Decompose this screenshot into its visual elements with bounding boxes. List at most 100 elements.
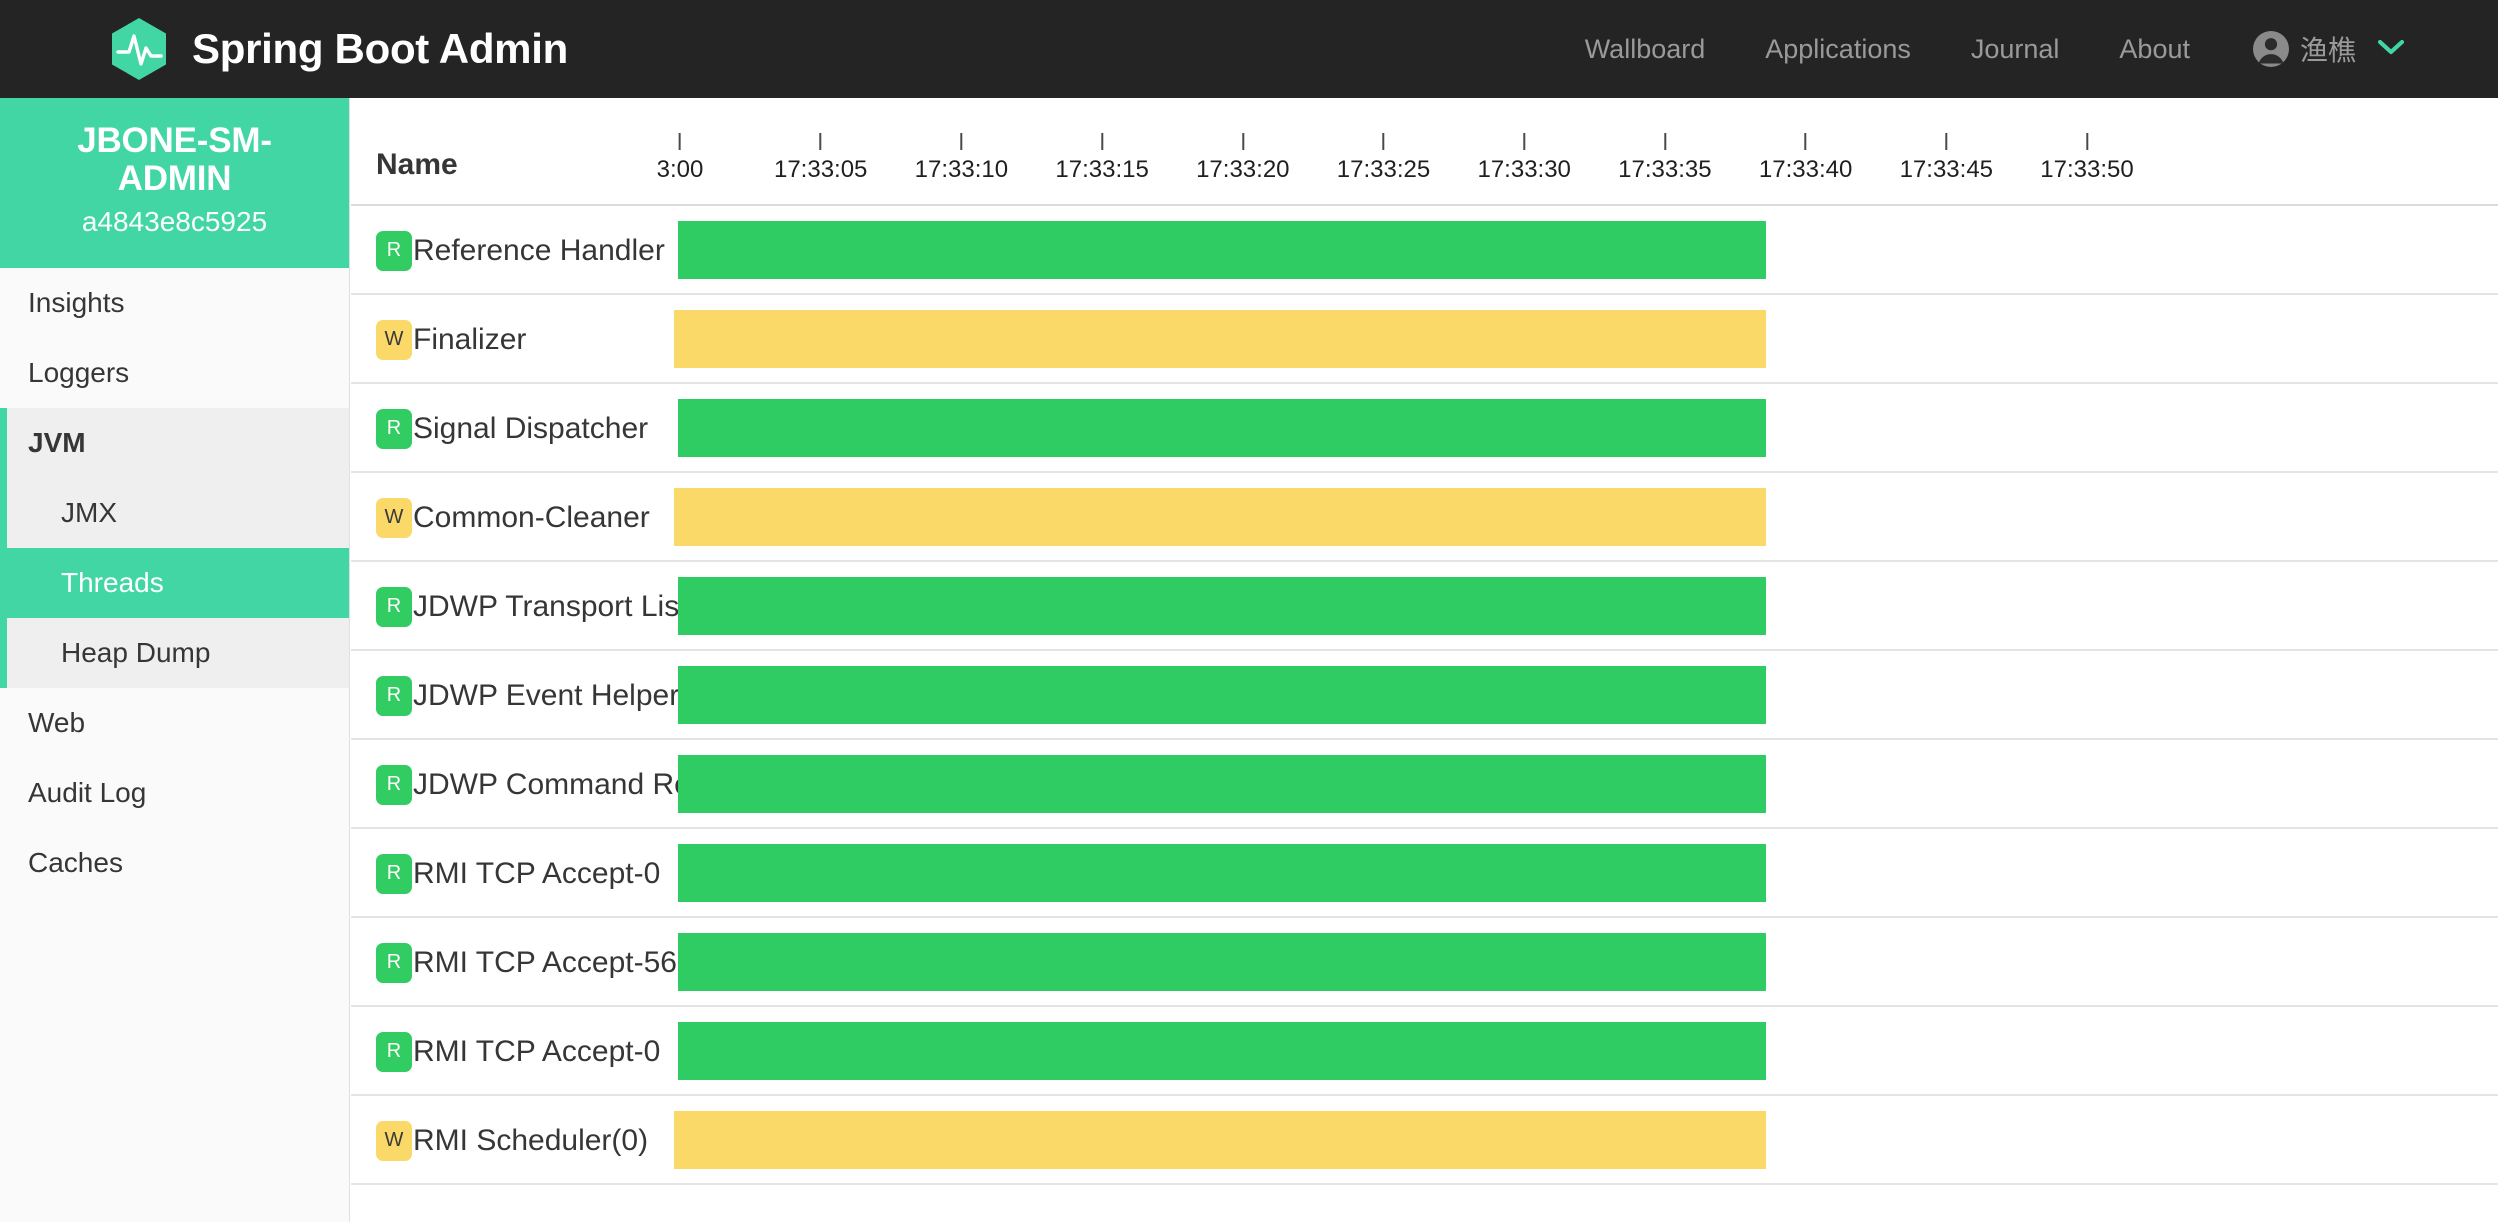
table-row[interactable]: RJDWP Transport Listener:… <box>351 562 2498 651</box>
tick-label: 3:00 <box>657 156 704 184</box>
tick-label: 17:33:35 <box>1618 156 1711 184</box>
tick-label: 17:33:30 <box>1477 156 1570 184</box>
thread-timeline-bar[interactable] <box>678 933 1766 991</box>
nav-link-applications[interactable]: Applications <box>1765 34 1911 65</box>
tick-mark <box>1945 133 1947 150</box>
thread-name-cell: RReference Handler <box>376 206 665 295</box>
thread-timeline-bar[interactable] <box>678 844 1766 902</box>
sidebar: JBONE-SM- ADMIN a4843e8c5925 Insights Lo… <box>0 98 350 1222</box>
tick-mark <box>1523 133 1525 150</box>
thread-timeline-bar[interactable] <box>678 755 1766 813</box>
sidebar-item-caches[interactable]: Caches <box>0 828 349 898</box>
thread-name-cell: RRMI TCP Accept-0 <box>376 1007 660 1096</box>
tick-label: 17:33:20 <box>1196 156 1289 184</box>
brand-title: Spring Boot Admin <box>192 25 568 73</box>
tick-label: 17:33:10 <box>915 156 1008 184</box>
sidebar-item-jmx[interactable]: JMX <box>0 478 349 548</box>
thread-state-badge: R <box>376 231 412 271</box>
thread-name-label: Reference Handler <box>413 234 665 268</box>
sidebar-item-threads[interactable]: Threads <box>0 548 349 618</box>
tick-mark <box>1664 133 1666 150</box>
nav-link-about[interactable]: About <box>2119 34 2190 65</box>
chevron-down-icon[interactable] <box>2376 37 2406 62</box>
thread-timeline-bar[interactable] <box>674 310 1766 368</box>
tick-mark <box>1382 133 1384 150</box>
thread-timeline-bar[interactable] <box>674 1111 1766 1169</box>
thread-state-badge: R <box>376 676 412 716</box>
threads-row-list: RReference HandlerWFinalizerRSignal Disp… <box>351 206 2498 1185</box>
thread-name-label: RMI Scheduler(0) <box>413 1124 648 1158</box>
thread-state-badge: R <box>376 854 412 894</box>
application-instance-id: a4843e8c5925 <box>16 206 333 238</box>
time-axis-tick: 17:33:15 <box>1055 133 1148 184</box>
thread-timeline-bar[interactable] <box>674 488 1766 546</box>
thread-name-cell: RRMI TCP Accept-56156 <box>376 918 727 1007</box>
thread-state-badge: R <box>376 409 412 449</box>
table-row[interactable]: WRMI Scheduler(0) <box>351 1096 2498 1185</box>
thread-timeline-bar[interactable] <box>678 1022 1766 1080</box>
time-axis-tick: 17:33:45 <box>1900 133 1993 184</box>
tick-label: 17:33:15 <box>1055 156 1148 184</box>
thread-name-cell: WRMI Scheduler(0) <box>376 1096 648 1185</box>
tick-label: 17:33:25 <box>1337 156 1430 184</box>
application-header: JBONE-SM- ADMIN a4843e8c5925 <box>0 98 349 268</box>
navbar-links: Wallboard Applications Journal About 渔樵 <box>1525 29 2406 69</box>
thread-name-cell: WFinalizer <box>376 295 526 384</box>
application-name-line1: JBONE-SM- <box>16 122 333 160</box>
nav-link-wallboard[interactable]: Wallboard <box>1585 34 1706 65</box>
thread-name-cell: RSignal Dispatcher <box>376 384 648 473</box>
sidebar-item-insights[interactable]: Insights <box>0 268 349 338</box>
table-row[interactable]: RReference Handler <box>351 206 2498 295</box>
time-axis: 3:00 17:33:05 17:33:10 17:33:15 17:33:20 17:3… <box>351 98 2498 206</box>
tick-mark <box>960 133 962 150</box>
thread-timeline-bar[interactable] <box>678 399 1766 457</box>
table-row[interactable]: RRMI TCP Accept-0 <box>351 1007 2498 1096</box>
thread-state-badge: W <box>376 320 412 360</box>
sidebar-item-loggers[interactable]: Loggers <box>0 338 349 408</box>
top-navbar: Spring Boot Admin Wallboard Applications… <box>0 0 2498 98</box>
time-axis-tick: 17:33:10 <box>915 133 1008 184</box>
table-row[interactable]: RJDWP Event Helper Thread <box>351 651 2498 740</box>
thread-timeline-bar[interactable] <box>678 666 1766 724</box>
thread-timeline-bar[interactable] <box>678 577 1766 635</box>
thread-state-badge: R <box>376 587 412 627</box>
application-name-line2: ADMIN <box>16 160 333 198</box>
thread-state-badge: W <box>376 1121 412 1161</box>
tick-label: 17:33:05 <box>774 156 867 184</box>
tick-mark <box>679 133 681 150</box>
sidebar-item-heap-dump[interactable]: Heap Dump <box>0 618 349 688</box>
time-axis-tick: 17:33:25 <box>1337 133 1430 184</box>
thread-name-label: Finalizer <box>413 323 526 357</box>
thread-state-badge: R <box>376 1032 412 1072</box>
thread-name-cell: RRMI TCP Accept-0 <box>376 829 660 918</box>
time-axis-tick: 17:33:50 <box>2040 133 2133 184</box>
sidebar-item-audit-log[interactable]: Audit Log <box>0 758 349 828</box>
tick-mark <box>2086 133 2088 150</box>
thread-state-badge: W <box>376 498 412 538</box>
tick-label: 17:33:45 <box>1900 156 1993 184</box>
sidebar-item-web[interactable]: Web <box>0 688 349 758</box>
table-row[interactable]: RRMI TCP Accept-0 <box>351 829 2498 918</box>
thread-timeline-bar[interactable] <box>678 221 1766 279</box>
sidebar-item-jvm[interactable]: JVM <box>0 408 349 478</box>
table-row[interactable]: WFinalizer <box>351 295 2498 384</box>
thread-state-badge: R <box>376 943 412 983</box>
time-axis-tick: 3:00 <box>657 133 704 184</box>
tick-mark <box>1805 133 1807 150</box>
table-row[interactable]: RSignal Dispatcher <box>351 384 2498 473</box>
thread-name-label: RMI TCP Accept-0 <box>413 857 660 891</box>
tick-mark <box>1101 133 1103 150</box>
user-name: 渔樵 <box>2300 29 2356 69</box>
thread-name-label: Common-Cleaner <box>413 501 650 535</box>
brand[interactable]: Spring Boot Admin <box>108 16 568 82</box>
table-row[interactable]: RJDWP Command Reader <box>351 740 2498 829</box>
sidebar-nav-list: Insights Loggers JVM JMX Threads Heap Du… <box>0 268 349 898</box>
time-axis-tick: 17:33:35 <box>1618 133 1711 184</box>
nav-link-journal[interactable]: Journal <box>1971 34 2060 65</box>
tick-mark <box>820 133 822 150</box>
table-row[interactable]: WCommon-Cleaner <box>351 473 2498 562</box>
tick-label: 17:33:50 <box>2040 156 2133 184</box>
threads-main-panel: Name 3:0017:33:0517:33:1017:33:1517:33:2… <box>351 98 2498 1222</box>
user-menu[interactable]: 渔樵 <box>2252 29 2406 69</box>
table-row[interactable]: RRMI TCP Accept-56156 <box>351 918 2498 1007</box>
